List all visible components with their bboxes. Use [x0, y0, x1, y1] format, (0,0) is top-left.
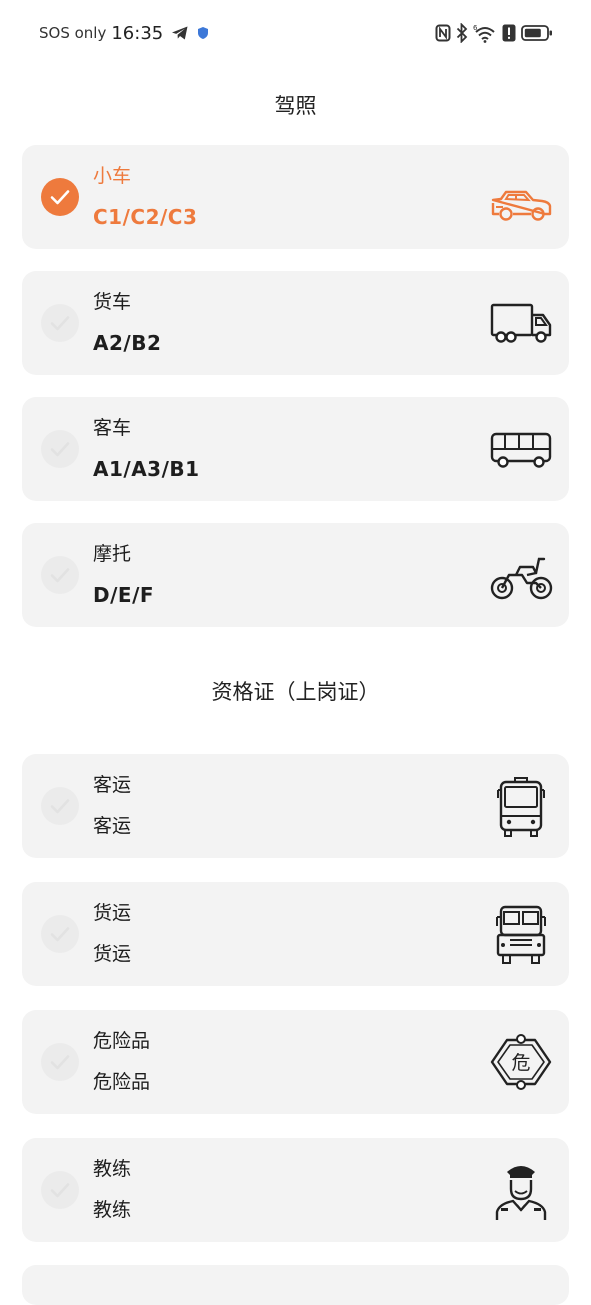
status-bar: SOS only 16:35 6 — [0, 0, 591, 66]
check-icon — [50, 927, 70, 942]
license-card-car[interactable]: 小车 C1/C2/C3 — [22, 145, 569, 249]
motorcycle-icon — [490, 557, 553, 600]
license-section-title: 驾照 — [274, 94, 317, 118]
qualification-subtitle: 货运 — [93, 943, 132, 965]
check-icon — [50, 799, 70, 814]
license-name: 货车 — [93, 291, 132, 313]
hazard-sign-icon: 危 — [490, 1034, 552, 1090]
coach-front-icon — [497, 777, 545, 837]
license-code: A1/A3/B1 — [93, 457, 200, 481]
nfc-icon — [435, 24, 451, 42]
check-icon — [50, 568, 70, 583]
sos-status: SOS only — [39, 24, 107, 42]
battery-icon — [521, 25, 552, 41]
check-icon — [50, 316, 70, 331]
check-circle[interactable] — [41, 304, 79, 342]
car-icon — [491, 190, 552, 221]
wifi-icon: 6 — [473, 24, 495, 43]
shield-icon — [198, 27, 209, 39]
qualification-name: 货运 — [93, 902, 132, 924]
license-card-truck[interactable]: 货车 A2/B2 — [22, 271, 569, 375]
check-circle[interactable] — [41, 178, 79, 216]
license-name: 摩托 — [93, 543, 132, 565]
license-name: 客车 — [93, 417, 132, 439]
instructor-icon — [495, 1166, 547, 1220]
license-card-motorcycle[interactable]: 摩托 D/E/F — [22, 523, 569, 627]
truck-icon — [490, 303, 552, 343]
license-name: 小车 — [93, 165, 132, 187]
check-circle[interactable] — [41, 1043, 79, 1081]
qualification-card-instructor[interactable]: 教练 教练 — [22, 1138, 569, 1242]
qualification-name: 客运 — [93, 774, 132, 796]
qualification-name: 教练 — [93, 1158, 132, 1180]
check-circle[interactable] — [41, 556, 79, 594]
status-left: SOS only 16:35 — [39, 22, 209, 44]
check-circle[interactable] — [41, 1171, 79, 1209]
qualification-subtitle: 危险品 — [93, 1071, 151, 1093]
check-icon — [50, 442, 70, 457]
qualification-subtitle: 教练 — [93, 1199, 132, 1221]
qualification-subtitle: 客运 — [93, 815, 132, 837]
check-icon — [50, 1055, 70, 1070]
bluetooth-icon — [456, 23, 468, 43]
status-time: 16:35 — [111, 22, 164, 44]
bus-icon — [490, 432, 552, 468]
check-icon — [50, 190, 70, 205]
license-code: C1/C2/C3 — [93, 205, 198, 229]
qualification-card-passenger[interactable]: 客运 客运 — [22, 754, 569, 858]
qualification-section-title: 资格证（上岗证） — [211, 680, 380, 704]
qualification-card-hazmat[interactable]: 危险品 危险品 危 — [22, 1010, 569, 1114]
check-circle[interactable] — [41, 787, 79, 825]
qualification-name: 危险品 — [93, 1030, 151, 1052]
check-circle[interactable] — [41, 430, 79, 468]
telegram-icon — [172, 26, 188, 40]
alert-icon — [502, 24, 516, 42]
list-item[interactable] — [22, 1265, 569, 1305]
freight-truck-front-icon — [496, 905, 546, 964]
check-icon — [50, 1183, 70, 1198]
license-code: A2/B2 — [93, 331, 162, 355]
check-circle[interactable] — [41, 915, 79, 953]
status-right: 6 — [435, 22, 553, 44]
license-card-bus[interactable]: 客车 A1/A3/B1 — [22, 397, 569, 501]
qualification-card-freight[interactable]: 货运 货运 — [22, 882, 569, 986]
license-code: D/E/F — [93, 583, 155, 607]
hazard-sign-text: 危 — [511, 1052, 530, 1074]
